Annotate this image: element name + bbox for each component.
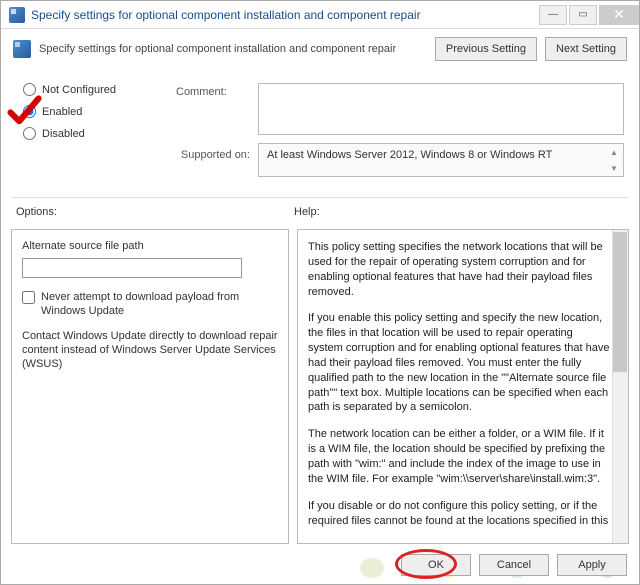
help-scrollbar-thumb[interactable]: [613, 232, 627, 372]
options-panel: Alternate source file path Never attempt…: [11, 229, 289, 544]
app-icon: [9, 7, 25, 23]
minimize-button[interactable]: —: [539, 5, 567, 25]
radio-not-configured-label: Not Configured: [42, 84, 116, 96]
separator: [11, 197, 629, 198]
decorative-smudge: [360, 558, 384, 578]
header-row: Specify settings for optional component …: [1, 29, 639, 69]
help-paragraph-2: If you enable this policy setting and sp…: [308, 311, 610, 415]
comment-label: Comment:: [176, 83, 258, 98]
never-download-label: Never attempt to download payload from W…: [41, 290, 278, 319]
radio-enabled[interactable]: Enabled: [23, 105, 153, 118]
contact-wu-text: Contact Windows Update directly to downl…: [22, 329, 278, 372]
supported-on-label: Supported on:: [176, 143, 258, 161]
comment-textarea[interactable]: [258, 83, 624, 135]
policy-icon: [13, 40, 31, 58]
policy-dialog: Specify settings for optional component …: [0, 0, 640, 585]
next-setting-button[interactable]: Next Setting: [545, 37, 627, 61]
never-download-checkbox-row[interactable]: Never attempt to download payload from W…: [22, 290, 278, 319]
radio-disabled[interactable]: Disabled: [23, 127, 153, 140]
previous-setting-button[interactable]: Previous Setting: [435, 37, 537, 61]
contact-wu-label: Contact Windows Update directly to downl…: [22, 329, 278, 372]
radio-disabled-label: Disabled: [42, 128, 85, 140]
maximize-button[interactable]: ▭: [569, 5, 597, 25]
titlebar: Specify settings for optional component …: [1, 1, 639, 29]
never-download-checkbox[interactable]: [22, 291, 35, 304]
scroll-down-icon[interactable]: ▼: [607, 161, 621, 175]
window-title: Specify settings for optional component …: [31, 8, 537, 22]
help-panel: This policy setting specifies the networ…: [297, 229, 629, 544]
radio-not-configured-input[interactable]: [23, 83, 36, 96]
help-heading: Help:: [294, 206, 624, 218]
options-heading: Options:: [16, 206, 294, 218]
cancel-button[interactable]: Cancel: [479, 554, 549, 576]
supported-on-text: At least Windows Server 2012, Windows 8 …: [267, 149, 552, 161]
alt-source-path-input[interactable]: [22, 258, 242, 278]
scroll-up-icon[interactable]: ▲: [607, 145, 621, 159]
radio-disabled-input[interactable]: [23, 127, 36, 140]
help-paragraph-1: This policy setting specifies the networ…: [308, 240, 610, 299]
help-paragraph-4: If you disable or do not configure this …: [308, 499, 610, 529]
ok-button[interactable]: OK: [401, 554, 471, 576]
dialog-buttons: OK Cancel Apply: [401, 554, 627, 576]
alt-source-path-label: Alternate source file path: [22, 240, 278, 252]
radio-not-configured[interactable]: Not Configured: [23, 83, 153, 96]
radio-enabled-label: Enabled: [42, 106, 82, 118]
supported-on-value: At least Windows Server 2012, Windows 8 …: [258, 143, 624, 177]
help-scrollbar[interactable]: [612, 230, 628, 543]
close-button[interactable]: ✕: [599, 5, 639, 25]
state-radio-group: Not Configured Enabled Disabled: [23, 83, 153, 149]
policy-description: Specify settings for optional component …: [39, 43, 427, 55]
help-paragraph-3: The network location can be either a fol…: [308, 427, 610, 486]
radio-enabled-input[interactable]: [23, 105, 36, 118]
apply-button[interactable]: Apply: [557, 554, 627, 576]
